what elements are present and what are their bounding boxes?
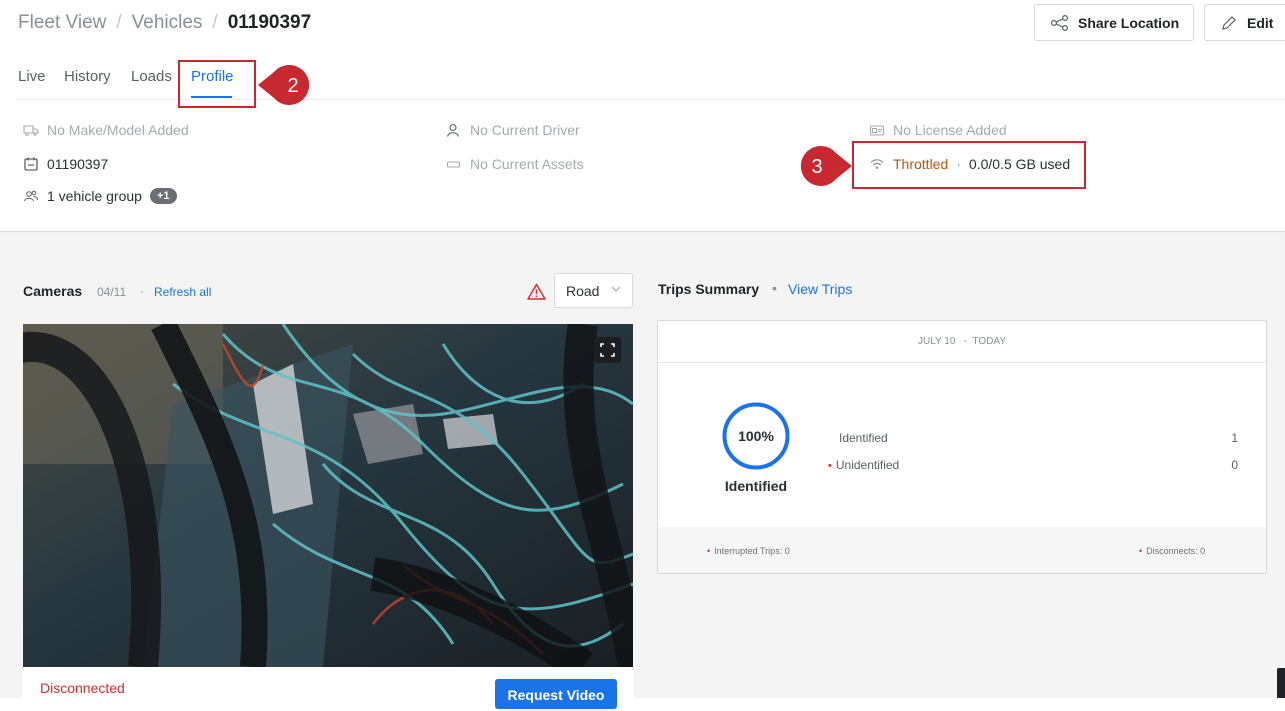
share-location-button[interactable]: Share Location [1034,4,1194,41]
driver-info: No Current Driver [446,122,580,138]
tab-history[interactable]: History [64,68,111,85]
camera-feed-image [23,324,633,667]
driver-text: No Current Driver [470,122,580,138]
edit-button[interactable]: Edit [1204,4,1285,41]
identified-percent-label: Identified [724,478,788,494]
callout-marker-3-number: 3 [811,156,822,178]
chevron-down-icon [611,286,621,292]
camera-view-select[interactable]: Road [554,273,633,308]
assets-info: No Current Assets [446,156,584,172]
breadcrumb-fleet-view[interactable]: Fleet View [18,12,106,34]
cameras-separator: · [140,284,144,298]
users-icon [24,190,38,202]
disconnects-stat: • Disconnects: 0 [1139,546,1205,556]
refresh-all-link[interactable]: Refresh all [154,285,211,299]
interrupted-marker: • [707,546,711,556]
fullscreen-button[interactable] [594,337,621,363]
identified-row-label: Identified [839,431,888,445]
tab-loads[interactable]: Loads [131,68,172,85]
license-text: No License Added [893,122,1007,138]
tab-live[interactable]: Live [18,68,46,85]
callout-highlight-profile-tab [178,60,256,108]
vehicle-id-info: 01190397 [23,156,108,172]
callout-highlight-connectivity [852,141,1086,189]
make-model-text: No Make/Model Added [47,122,189,138]
interrupted-trips-text: Interrupted Trips: 0 [714,546,790,556]
breadcrumb: Fleet View / Vehicles / 01190397 [18,12,311,34]
unidentified-row-label: Unidentified [835,458,900,472]
trips-separator: • [772,280,777,296]
vehicle-group-info: 1 vehicle group +1 [23,188,177,204]
cameras-heading: Cameras [23,283,83,299]
share-location-label: Share Location [1078,14,1180,31]
interrupted-trips-stat: • Interrupted Trips: 0 [707,546,790,556]
callout-marker-2-number: 2 [287,75,298,97]
vehicle-id-text: 01190397 [47,156,109,172]
person-icon [446,123,460,137]
callout-marker-3: 3 [800,146,852,186]
view-trips-link[interactable]: View Trips [788,281,852,297]
unidentified-row: • Unidentified [828,458,899,472]
license-info: No License Added [869,122,1007,138]
share-icon [1051,14,1068,31]
camera-video-frame[interactable] [23,324,633,667]
disconnects-text: Disconnects: 0 [1146,546,1206,556]
identified-row-value: 1 [1231,431,1238,445]
camera-view-value: Road [566,282,600,299]
vehicle-group-text[interactable]: 1 vehicle group [47,188,142,204]
disconnects-marker: • [1139,546,1143,556]
scrollbar-edge[interactable] [1277,668,1285,698]
page-title: 01190397 [227,12,312,33]
edit-label: Edit [1247,14,1274,31]
camera-status: Disconnected [40,680,125,696]
trips-summary-heading: Trips Summary [658,281,760,297]
callout-marker-2: 2 [258,65,310,105]
trips-date-range: JULY 10 - TODAY [658,321,1266,363]
license-card-icon [869,125,885,136]
breadcrumb-vehicles[interactable]: Vehicles [132,12,203,34]
make-model-info: No Make/Model Added [23,122,189,138]
unidentified-row-value: 0 [1231,458,1238,472]
assets-text: No Current Assets [470,156,584,172]
expand-icon [600,343,615,357]
trailer-icon [446,161,461,168]
request-video-button[interactable]: Request Video [495,679,617,709]
pencil-icon [1222,15,1236,30]
breadcrumb-separator: / [116,12,122,33]
identified-percent: 100% [738,428,774,444]
warning-icon[interactable] [527,283,546,300]
camera-count: 04/11 [97,285,127,299]
vehicle-group-more-badge[interactable]: +1 [149,188,177,204]
calendar-icon [24,157,38,171]
unidentified-marker: • [828,460,832,472]
truck-icon [23,125,39,136]
breadcrumb-separator: / [212,12,218,33]
